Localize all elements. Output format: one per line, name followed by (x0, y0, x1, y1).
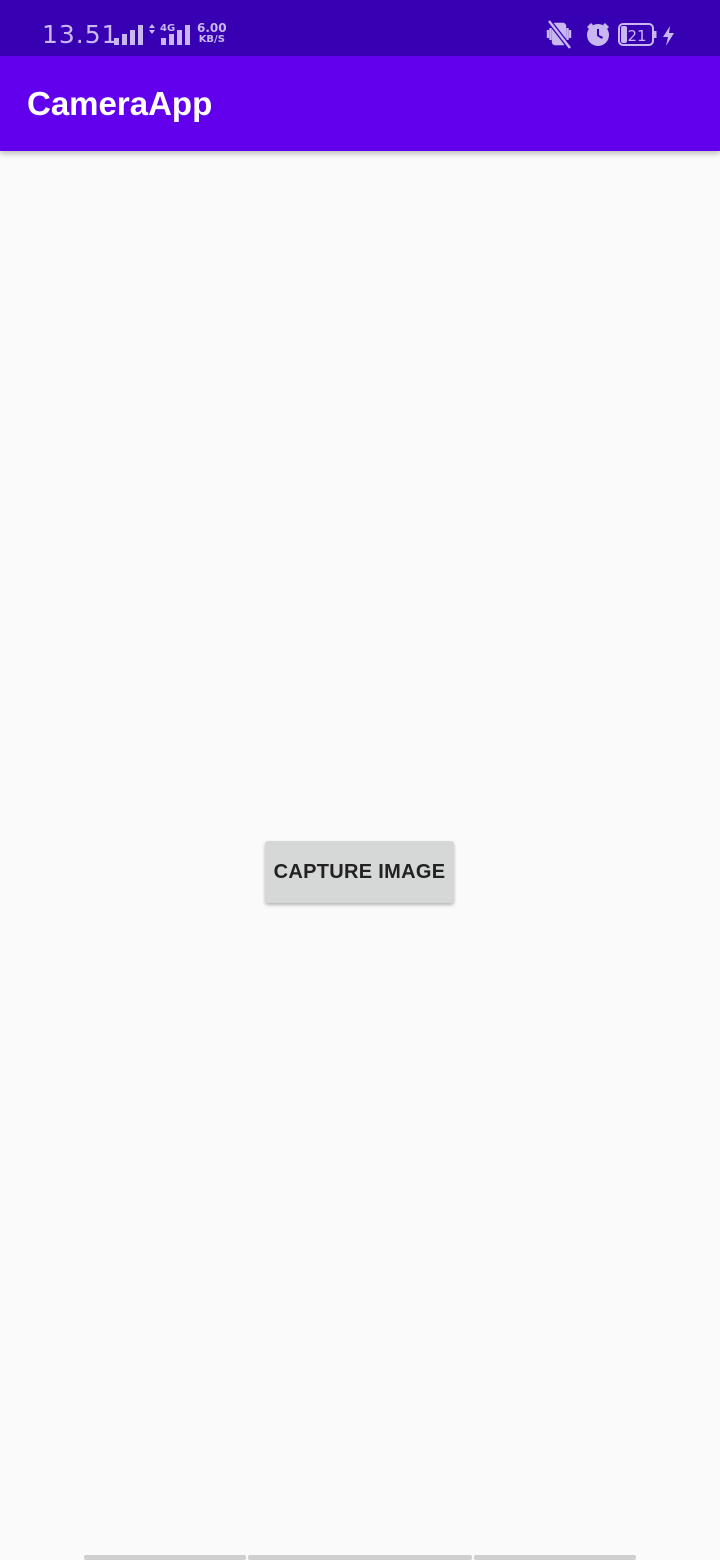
capture-image-button[interactable]: CAPTURE IMAGE (265, 841, 454, 903)
data-arrows-icon (149, 24, 155, 34)
app-title: CameraApp (27, 85, 213, 122)
nav-hint-center (248, 1555, 472, 1560)
app-bar: CameraApp (0, 56, 720, 151)
status-bar: 13.51 4G 6.00 KB/S 21 (0, 0, 720, 56)
signal-icons-group: 4G (114, 23, 190, 45)
net-speed: 6.00 KB/S (197, 22, 227, 46)
status-right-icons: 21 (546, 19, 674, 50)
charging-bolt-icon (663, 26, 674, 46)
nav-hint-left (84, 1555, 246, 1560)
vibrate-mute-icon (546, 19, 572, 50)
net-speed-value: 6.00 (197, 21, 227, 35)
battery-level: 21 (627, 27, 646, 45)
net-speed-unit: KB/S (198, 34, 225, 45)
nav-hint-right (474, 1555, 636, 1560)
status-time: 13.51 (42, 20, 119, 49)
alarm-clock-icon (587, 23, 609, 46)
battery-icon: 21 (618, 23, 657, 46)
signal-bars-icon (114, 25, 143, 45)
network-type-label: 4G (160, 23, 175, 34)
